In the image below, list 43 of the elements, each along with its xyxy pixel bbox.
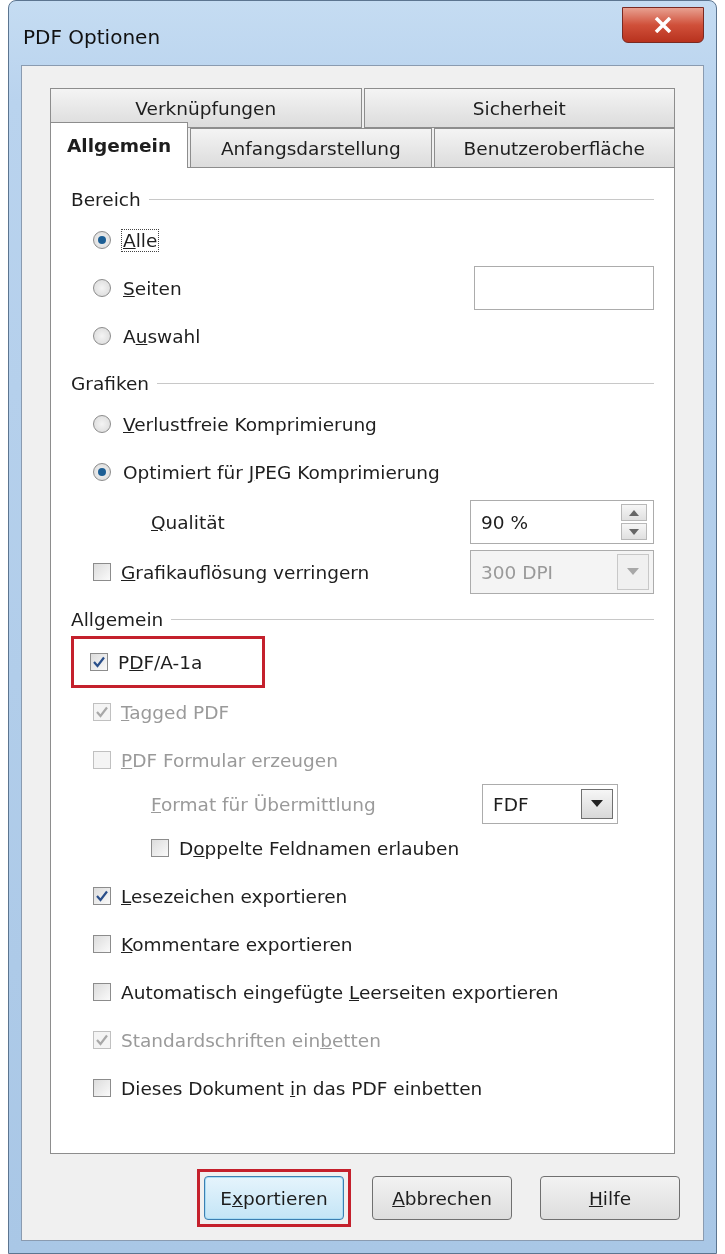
tab[interactable]: Anfangsdarstellung xyxy=(190,128,432,168)
checkbox[interactable] xyxy=(93,563,111,581)
format-label: Format für Übermittlung xyxy=(151,793,376,815)
close-button[interactable] xyxy=(622,7,704,43)
checkbox[interactable] xyxy=(93,887,111,905)
checkbox-option[interactable]: Lesezeichen exportieren xyxy=(93,885,348,907)
group-title: Bereich xyxy=(71,188,141,210)
window-title: PDF Optionen xyxy=(23,25,161,49)
pages-field[interactable] xyxy=(474,266,654,310)
tab[interactable]: Benutzeroberfläche xyxy=(433,128,675,168)
radio-button[interactable] xyxy=(93,279,111,297)
checkbox-option[interactable]: Automatisch eingefügte Leerseiten exportieren xyxy=(93,981,559,1003)
caret-icon xyxy=(591,800,603,808)
group-title: Grafiken xyxy=(71,372,150,394)
radio-option[interactable]: Auswahl xyxy=(93,324,203,348)
caret-icon xyxy=(627,568,639,576)
quality-label: Qualität xyxy=(151,511,225,533)
checkbox-option[interactable]: PDF/A-1a xyxy=(90,651,203,673)
radio-button[interactable] xyxy=(93,231,111,249)
radio-button[interactable] xyxy=(93,463,111,481)
down-arrow-icon xyxy=(629,528,639,535)
up-arrow-icon xyxy=(629,509,639,516)
tab[interactable]: Allgemein xyxy=(50,122,189,168)
radio-button[interactable] xyxy=(93,415,111,433)
checkbox[interactable] xyxy=(93,935,111,953)
checkbox[interactable] xyxy=(93,1079,111,1097)
checkbox[interactable] xyxy=(93,983,111,1001)
quality-spinbox[interactable]: 90 % xyxy=(470,500,654,544)
checkbox-option[interactable]: Dieses Dokument in das PDF einbetten xyxy=(93,1077,483,1099)
group-title: Allgemein xyxy=(71,608,164,630)
tab[interactable]: Sicherheit xyxy=(363,88,675,128)
checkbox[interactable] xyxy=(90,653,108,671)
radio-option[interactable]: Optimiert für JPEG Komprimierung xyxy=(93,460,442,484)
checkbox-option[interactable]: Kommentare exportieren xyxy=(93,933,353,955)
tab[interactable]: Verknüpfungen xyxy=(50,88,362,128)
dialog-button[interactable]: Abbrechen xyxy=(372,1176,512,1220)
dialog-button[interactable]: Hilfe xyxy=(540,1176,680,1220)
checkbox-option[interactable]: Grafikauflösung verringern xyxy=(93,561,370,583)
radio-option[interactable]: Verlustfreie Komprimierung xyxy=(93,412,379,436)
close-icon xyxy=(654,17,672,33)
radio-button[interactable] xyxy=(93,327,111,345)
radio-option[interactable]: Seiten xyxy=(93,276,184,300)
dialog-button[interactable]: Exportieren xyxy=(204,1176,344,1220)
